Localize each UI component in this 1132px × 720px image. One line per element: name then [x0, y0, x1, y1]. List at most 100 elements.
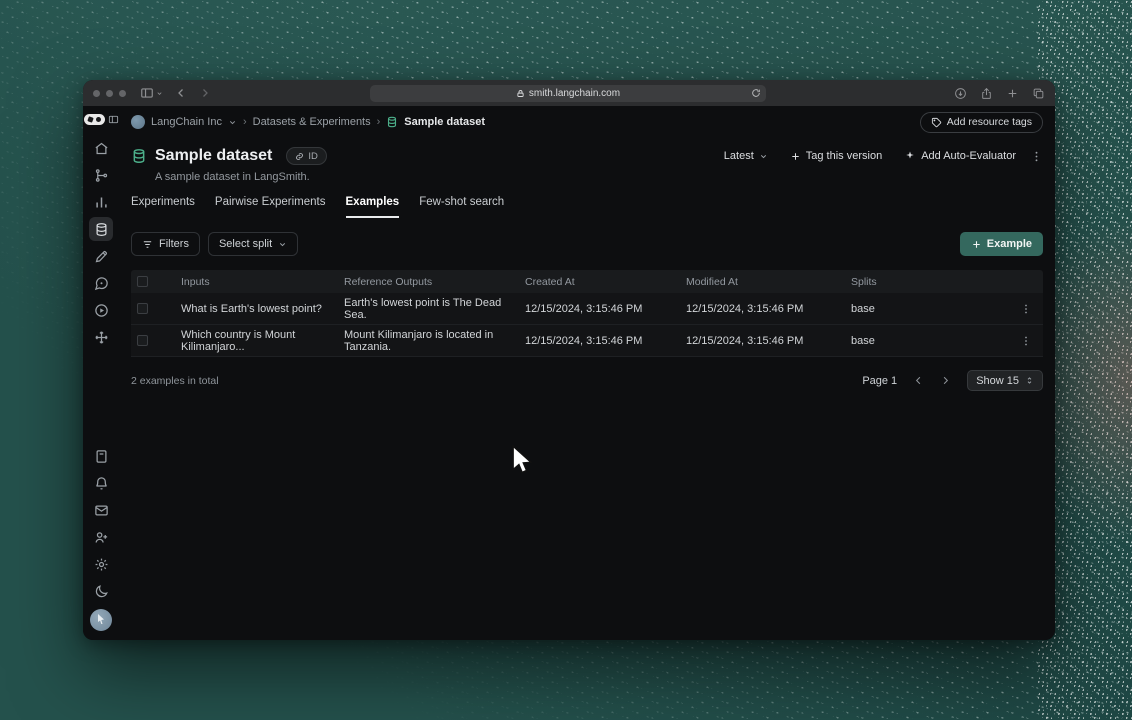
examples-total: 2 examples in total — [131, 374, 219, 387]
tab-pairwise-experiments[interactable]: Pairwise Experiments — [215, 196, 326, 218]
move-arrows-icon — [94, 330, 108, 344]
kebab-icon — [1025, 336, 1027, 345]
breadcrumb-section[interactable]: Datasets & Experiments — [253, 116, 371, 128]
chat-icon — [94, 276, 108, 290]
tag-icon — [931, 117, 941, 127]
pagination: Page 1 Show 15 — [862, 370, 1043, 391]
dataset-actions: Latest Tag this version Add Auto-Evaluat… — [716, 146, 1043, 166]
cell-created-at: 12/15/2024, 3:15:46 PM — [525, 302, 643, 315]
select-split-dropdown[interactable]: Select split — [207, 232, 299, 256]
sidebar-item-feedback[interactable] — [89, 271, 113, 295]
new-tab-icon[interactable] — [1006, 87, 1019, 100]
breadcrumb-page: Sample dataset — [404, 116, 485, 128]
tab-experiments[interactable]: Experiments — [131, 196, 195, 218]
pen-icon — [95, 250, 107, 262]
prev-page-button[interactable] — [913, 375, 924, 386]
sidebar-item-deployments[interactable] — [89, 325, 113, 349]
table-header-row: Inputs Reference Outputs Created At Modi… — [131, 270, 1043, 293]
examples-toolbar: Filters Select split Example — [131, 232, 1043, 256]
table-row[interactable]: What is Earth's lowest point? Earth's lo… — [131, 293, 1043, 325]
row-kebab-menu[interactable] — [1009, 303, 1043, 315]
tab-bar: Experiments Pairwise Experiments Example… — [131, 196, 1043, 218]
user-plus-icon — [95, 531, 107, 543]
bar-chart-icon — [95, 197, 107, 207]
col-inputs[interactable]: Inputs — [181, 276, 344, 288]
browser-chrome-bar: smith.langchain.com — [83, 80, 1055, 106]
tab-few-shot-search[interactable]: Few-shot search — [419, 196, 504, 218]
sidebar-item-datasets[interactable] — [89, 217, 113, 241]
sidebar-item-docs[interactable] — [89, 444, 113, 468]
tab-examples[interactable]: Examples — [345, 196, 400, 218]
share-icon[interactable] — [980, 87, 993, 100]
window-controls[interactable] — [93, 89, 126, 97]
chevron-down-icon — [280, 242, 286, 246]
tabs-icon[interactable] — [1032, 87, 1045, 100]
moon-icon — [95, 584, 108, 597]
sidebar-item-dark-mode[interactable] — [89, 579, 113, 603]
link-icon — [296, 152, 304, 160]
dataset-icon — [388, 116, 397, 128]
breadcrumb: LangChain Inc › Datasets & Experiments ›… — [131, 115, 485, 129]
page-size-select[interactable]: Show 15 — [967, 370, 1043, 391]
sidebar-item-invite[interactable] — [89, 525, 113, 549]
reload-icon[interactable] — [751, 88, 761, 98]
back-icon[interactable] — [175, 87, 187, 99]
sidebar-item-mail[interactable] — [89, 498, 113, 522]
browser-toolbar-icons — [954, 87, 1045, 100]
dataset-id-badge[interactable]: ID — [286, 147, 327, 165]
sidebar-item-home[interactable] — [89, 136, 113, 160]
app-header: LangChain Inc › Datasets & Experiments ›… — [131, 106, 1043, 138]
tracing-icon — [95, 168, 107, 182]
url-text: smith.langchain.com — [528, 87, 621, 99]
filters-button[interactable]: Filters — [131, 232, 200, 256]
sidebar-item-annotation[interactable] — [89, 244, 113, 268]
row-checkbox[interactable] — [137, 303, 148, 314]
page-indicator: Page 1 — [862, 374, 898, 387]
address-bar[interactable]: smith.langchain.com — [370, 84, 766, 102]
cell-inputs: Which country is Mount Kilimanjaro... — [181, 328, 296, 353]
download-icon[interactable] — [954, 87, 967, 100]
row-kebab-menu[interactable] — [1009, 335, 1043, 347]
langsmith-logo — [83, 114, 105, 125]
forward-icon[interactable] — [199, 87, 211, 99]
col-created-at[interactable]: Created At — [525, 276, 686, 288]
dataset-kebab-menu[interactable] — [1030, 150, 1043, 163]
cell-splits: base — [851, 334, 875, 347]
sidebar-item-settings[interactable] — [89, 552, 113, 576]
panel-toggle-icon[interactable] — [140, 86, 163, 100]
gear-icon — [95, 558, 107, 570]
cell-modified-at: 12/15/2024, 3:15:46 PM — [686, 334, 804, 347]
cell-reference-outputs: Mount Kilimanjaro is located in Tanzania… — [344, 328, 494, 353]
home-icon — [94, 142, 108, 154]
col-modified-at[interactable]: Modified At — [686, 276, 851, 288]
org-avatar[interactable] — [131, 115, 145, 129]
plus-icon — [973, 240, 980, 248]
breadcrumb-org[interactable]: LangChain Inc — [151, 116, 222, 128]
sidebar-item-monitoring[interactable] — [89, 190, 113, 214]
examples-table: Inputs Reference Outputs Created At Modi… — [131, 270, 1043, 357]
chevron-left-icon — [916, 376, 921, 385]
version-select-button[interactable]: Latest — [716, 146, 776, 166]
sidebar-collapse-icon[interactable] — [108, 114, 119, 125]
sparkle-icon — [906, 151, 914, 159]
select-all-checkbox[interactable] — [137, 276, 148, 287]
tag-version-button[interactable]: Tag this version — [782, 146, 890, 166]
sidebar-item-playground[interactable] — [89, 298, 113, 322]
table-row[interactable]: Which country is Mount Kilimanjaro... Mo… — [131, 325, 1043, 357]
cell-modified-at: 12/15/2024, 3:15:46 PM — [686, 302, 804, 315]
chevron-down-icon[interactable] — [228, 118, 237, 127]
sidebar-item-notifications[interactable] — [89, 471, 113, 495]
add-example-button[interactable]: Example — [959, 232, 1043, 256]
breadcrumb-separator: › — [242, 116, 247, 128]
add-resource-tags-button[interactable]: Add resource tags — [919, 111, 1043, 133]
col-splits[interactable]: Splits — [851, 276, 1009, 288]
col-reference-outputs[interactable]: Reference Outputs — [344, 276, 525, 288]
user-avatar[interactable] — [90, 609, 112, 631]
next-page-button[interactable] — [940, 375, 951, 386]
page-title: Sample dataset — [155, 147, 273, 164]
row-checkbox[interactable] — [137, 335, 148, 346]
sidebar-item-tracing[interactable] — [89, 163, 113, 187]
chevron-down-icon — [760, 154, 766, 158]
table-footer: 2 examples in total Page 1 Show 15 — [131, 370, 1043, 391]
add-auto-evaluator-button[interactable]: Add Auto-Evaluator — [896, 146, 1024, 166]
